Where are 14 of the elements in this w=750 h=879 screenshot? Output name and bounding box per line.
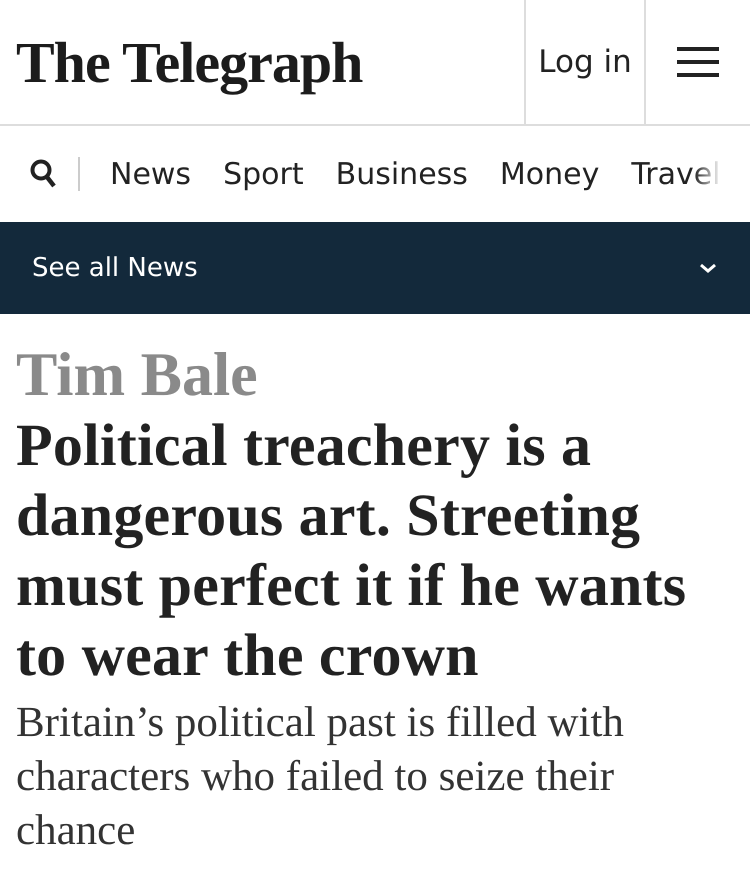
nav-link[interactable]: Business xyxy=(336,156,468,192)
nav-link[interactable]: Sport xyxy=(223,156,304,192)
see-all-news-bar[interactable]: See all News xyxy=(0,222,750,314)
headline: Political treachery is a dangerous art. Streeting must perfect it if he wants to wear the crown xyxy=(16,411,688,690)
search-button[interactable] xyxy=(30,159,56,189)
nav-link[interactable]: Money xyxy=(500,156,600,192)
menu-icon xyxy=(677,47,719,77)
login-button[interactable]: Log in xyxy=(524,0,646,124)
nav-link[interactable]: News xyxy=(110,156,192,192)
standfirst: Britain’s political past is filled with characters who failed to seize their chance xyxy=(16,698,625,856)
chevron-icon xyxy=(698,262,718,274)
telegraph-logo[interactable]: The Telegraph xyxy=(0,0,524,124)
author-name: Tim Bale xyxy=(16,342,259,408)
nav-link[interactable]: Travel xyxy=(631,156,721,192)
